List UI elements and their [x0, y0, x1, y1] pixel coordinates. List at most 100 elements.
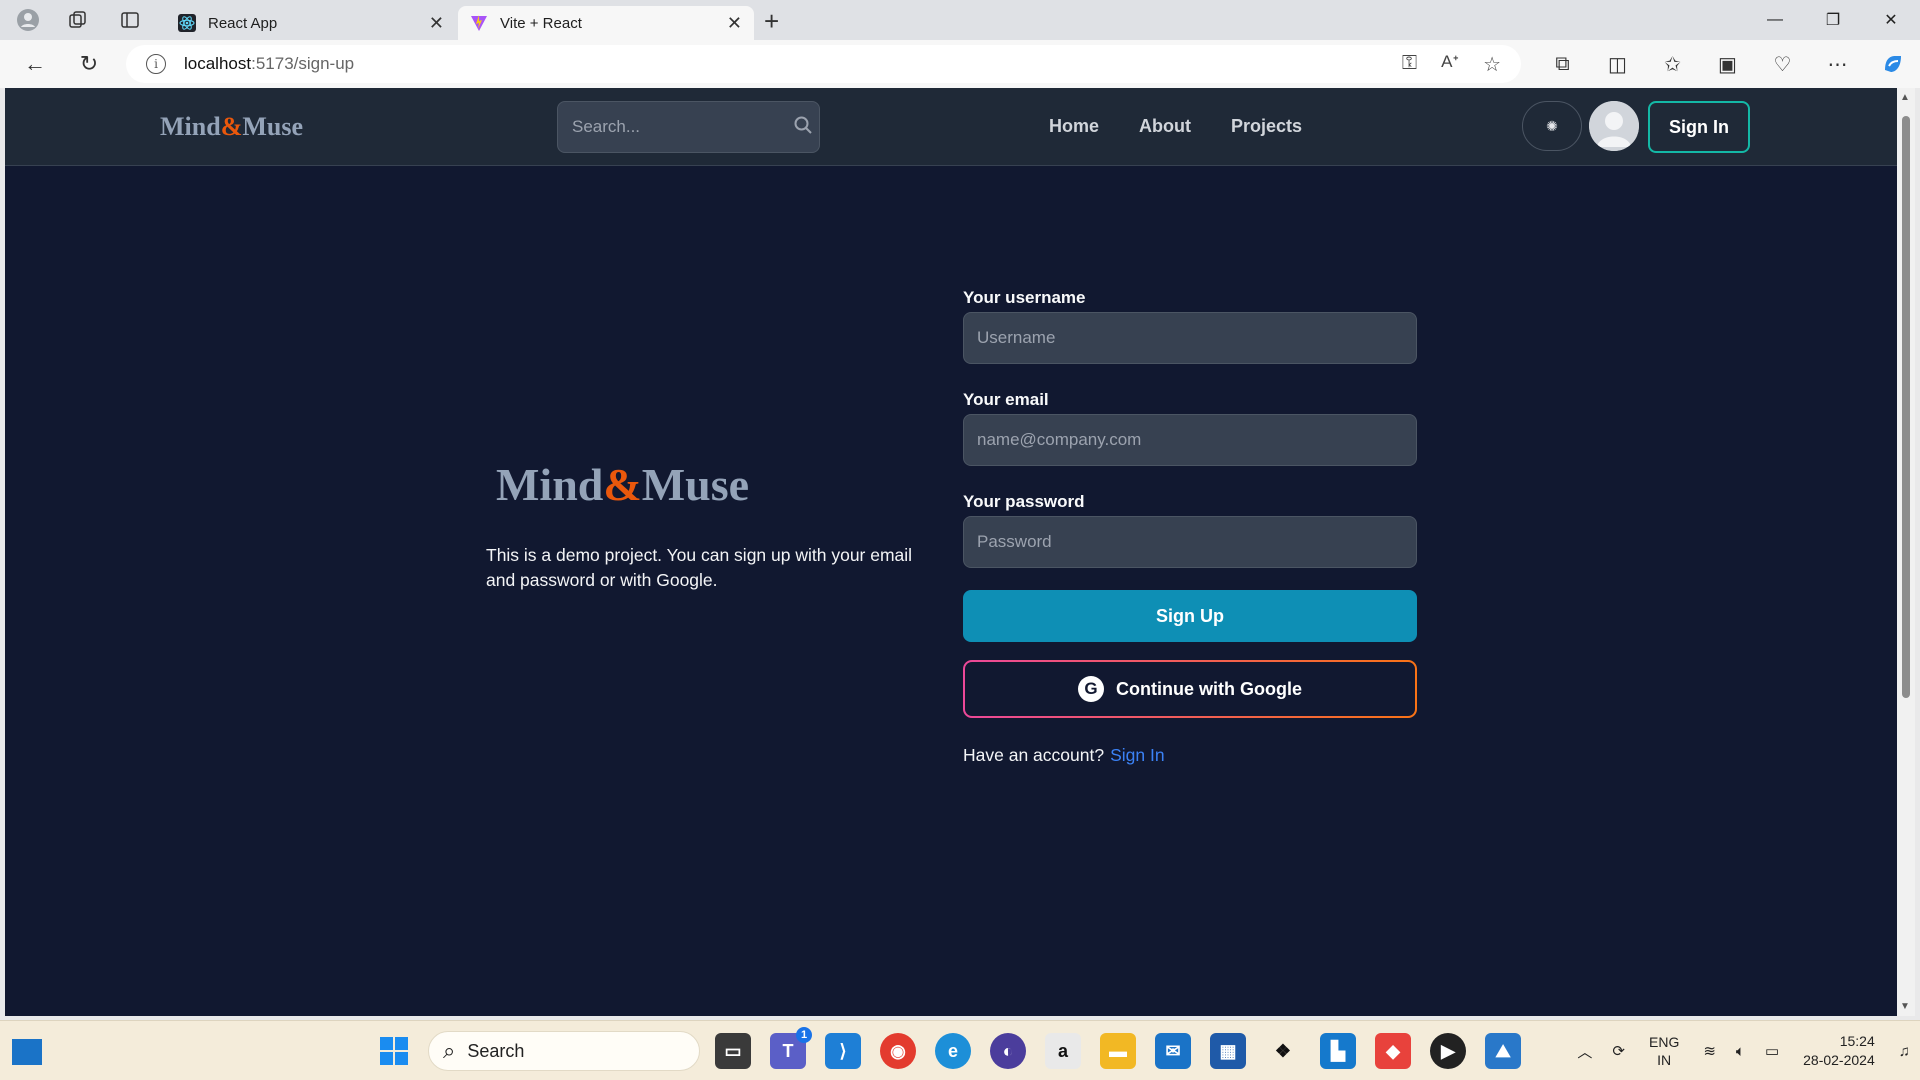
anydesk-icon[interactable]: ◆ [1375, 1033, 1411, 1069]
address-bar[interactable]: i localhost:5173/sign-up ⚿ Aᐩ ☆ [126, 45, 1521, 83]
widgets-icon[interactable] [12, 1039, 42, 1065]
split-screen-icon[interactable]: ◫ [1590, 52, 1645, 77]
avatar[interactable] [1589, 101, 1639, 151]
app-icon[interactable]: ▙ [1320, 1033, 1356, 1069]
language-indicator[interactable]: ENG IN [1649, 1033, 1679, 1069]
notifications-icon[interactable]: ♫ [1899, 1043, 1910, 1060]
dropbox-icon[interactable]: ❖ [1265, 1033, 1301, 1069]
tab-title: React App [208, 14, 278, 32]
tab-vite-react[interactable]: Vite + React ✕ [458, 6, 754, 40]
google-button-inner: G Continue with Google [965, 662, 1415, 716]
amazon-icon[interactable]: a [1045, 1033, 1081, 1069]
task-view-icon[interactable]: ▭ [715, 1033, 751, 1069]
sign-up-button[interactable]: Sign Up [963, 590, 1417, 642]
teams-icon[interactable]: T1 [770, 1027, 812, 1069]
theme-toggle-button[interactable]: ✺ [1522, 101, 1582, 151]
browser-tab-bar: React App ✕ Vite + React ✕ + — ❐ ✕ [0, 0, 1920, 40]
refresh-icon[interactable]: ↻ [62, 40, 116, 88]
pinned-apps: ▭ T1 ⟩ ◉ e ◐ a ▬ ✉ ▦ ❖ ▙ ◆ ▶ ⛰ [715, 1027, 1521, 1069]
taskbar-search-label: Search [467, 1040, 525, 1061]
window-controls: — ❐ ✕ [1746, 0, 1920, 40]
site-logo[interactable]: Mind&Muse [160, 112, 303, 142]
address-bar-row: ← ↻ i localhost:5173/sign-up ⚿ Aᐩ ☆ ⧉ ◫ … [0, 40, 1920, 88]
logo-part1: Mind [160, 112, 221, 141]
taskbar-apps [376, 1033, 412, 1069]
lang-line1: ENG [1649, 1034, 1680, 1050]
google-button-label: Continue with Google [1116, 678, 1302, 699]
page-viewport: Mind&Muse Home About Projects ✺ Sign In … [5, 88, 1897, 1016]
logo-part2: Muse [242, 112, 304, 141]
sync-icon[interactable]: ⟳ [1612, 1042, 1625, 1060]
hero-logo: Mind&Muse [496, 458, 749, 511]
sign-in-link[interactable]: Sign In [1110, 745, 1164, 765]
system-tray: ︿ ⟳ ENG IN ≋ 🔈︎ ▭ 15:24 28-02-2024 ♫ [1567, 1021, 1920, 1080]
google-sign-in-button[interactable]: G Continue with Google [963, 660, 1417, 718]
password-field[interactable] [963, 516, 1417, 568]
vscode-icon[interactable]: ⟩ [825, 1033, 861, 1069]
close-tab-icon[interactable]: ✕ [727, 13, 742, 34]
close-window-icon[interactable]: ✕ [1862, 0, 1920, 40]
search-input[interactable] [572, 117, 793, 137]
date: 28-02-2024 [1803, 1052, 1875, 1068]
more-menu-icon[interactable]: ⋯ [1810, 52, 1865, 77]
clock[interactable]: 15:24 28-02-2024 [1803, 1032, 1875, 1070]
collections-icon[interactable]: ▣ [1700, 52, 1755, 77]
wifi-icon[interactable]: ≋ [1703, 1042, 1716, 1060]
photos-icon[interactable]: ⛰ [1485, 1033, 1521, 1069]
browser-essentials-icon[interactable]: ♡ [1755, 52, 1810, 77]
scrollbar-thumb[interactable] [1902, 116, 1910, 698]
media-player-icon[interactable]: ▶ [1430, 1033, 1466, 1069]
chevron-up-icon[interactable]: ︿ [1577, 1041, 1592, 1062]
battery-icon[interactable]: ▭ [1765, 1042, 1779, 1060]
store-icon[interactable]: ▦ [1210, 1033, 1246, 1069]
logo-ampersand: & [220, 112, 243, 141]
tab-title: Vite + React [500, 14, 582, 32]
site-info-icon[interactable]: i [146, 54, 166, 74]
browser-app-icon[interactable]: ◐ [990, 1033, 1026, 1069]
tab-actions-icon[interactable] [112, 2, 148, 38]
scroll-up-icon[interactable]: ▲ [1900, 92, 1910, 103]
read-aloud-icon[interactable]: Aᐩ [1441, 52, 1459, 77]
tab-react-app[interactable]: React App ✕ [166, 6, 456, 40]
lang-line2: IN [1657, 1052, 1672, 1068]
profile-icon[interactable] [10, 2, 46, 38]
header-sign-in-button[interactable]: Sign In [1648, 101, 1750, 153]
start-icon[interactable] [376, 1033, 412, 1069]
volume-icon[interactable]: 🔈︎ [1736, 1043, 1745, 1060]
sun-icon: ✺ [1546, 117, 1558, 134]
site-header: Mind&Muse Home About Projects ✺ Sign In [5, 88, 1897, 166]
page-scrollbar[interactable]: ▲ ▼ [1897, 88, 1915, 1016]
copilot-icon[interactable] [1865, 52, 1920, 76]
email-field[interactable] [963, 414, 1417, 466]
google-icon: G [1078, 676, 1104, 702]
site-search [557, 101, 820, 153]
email-label: Your email [963, 390, 1049, 409]
hero-description: This is a demo project. You can sign up … [486, 545, 913, 590]
have-account-row: Have an account? Sign In [963, 745, 1165, 766]
edge-icon[interactable]: e [935, 1033, 971, 1069]
favorite-star-icon[interactable]: ☆ [1483, 52, 1501, 77]
password-label: Your password [963, 492, 1085, 511]
scroll-down-icon[interactable]: ▼ [1900, 1001, 1910, 1012]
workspaces-icon[interactable] [60, 2, 96, 38]
logo-ampersand: & [603, 459, 642, 510]
chrome-icon[interactable]: ◉ [880, 1033, 916, 1069]
favorites-icon[interactable]: ✩ [1645, 52, 1700, 77]
minimize-icon[interactable]: — [1746, 0, 1804, 40]
nav-about[interactable]: About [1139, 116, 1191, 137]
file-explorer-icon[interactable]: ▬ [1100, 1033, 1136, 1069]
close-tab-icon[interactable]: ✕ [429, 13, 444, 34]
taskbar-search[interactable]: ⌕ Search [428, 1031, 700, 1071]
search-icon[interactable] [793, 115, 813, 140]
new-tab-icon[interactable]: + [764, 6, 779, 37]
nav-home[interactable]: Home [1049, 116, 1099, 137]
restore-icon[interactable]: ❐ [1804, 0, 1862, 40]
extensions-icon[interactable]: ⧉ [1535, 53, 1590, 76]
mail-icon[interactable]: ✉ [1155, 1033, 1191, 1069]
back-icon[interactable]: ← [8, 40, 62, 88]
browser-toolbar: ⧉ ◫ ✩ ▣ ♡ ⋯ [1535, 40, 1920, 88]
password-key-icon[interactable]: ⚿ [1402, 52, 1417, 77]
have-account-text: Have an account? [963, 745, 1105, 765]
username-field[interactable] [963, 312, 1417, 364]
nav-projects[interactable]: Projects [1231, 116, 1302, 137]
